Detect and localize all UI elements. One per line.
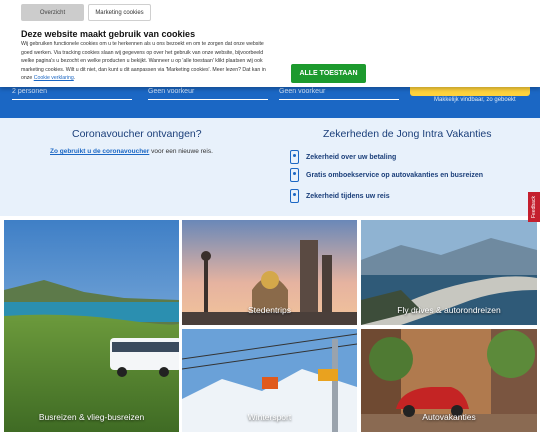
surety-item: Gratis omboekservice op autovakanties en… bbox=[290, 168, 483, 182]
voucher-link[interactable]: Zo gebruikt u de coronavoucher bbox=[50, 148, 149, 155]
accept-all-button[interactable]: ALLE TOESTAAN bbox=[291, 64, 366, 83]
tile-car-holidays[interactable]: Autovakanties bbox=[361, 329, 537, 432]
feedback-tab[interactable]: Feedback bbox=[528, 192, 540, 222]
payment-icon bbox=[290, 150, 299, 164]
rebooking-icon bbox=[290, 168, 299, 182]
info-section: Coronavoucher ontvangen? Zo gebruikt u d… bbox=[0, 118, 540, 216]
tile-bus-trips[interactable]: Busreizen & vlieg-busreizen bbox=[4, 220, 179, 432]
tile-city-trips[interactable]: Stedentrips bbox=[182, 220, 357, 325]
voucher-title: Coronavoucher ontvangen? bbox=[72, 128, 202, 140]
cookie-banner: Overzicht Marketing cookies Deze website… bbox=[0, 0, 540, 87]
surety-label: Zekerheid tijdens uw reis bbox=[306, 192, 390, 200]
travelers-field[interactable]: 2 personen bbox=[12, 86, 132, 100]
voucher-rest: voor een nieuwe reis. bbox=[151, 148, 213, 155]
tile-label: Fly drives & autorondreizen bbox=[397, 305, 501, 315]
surety-item: Zekerheid tijdens uw reis bbox=[290, 189, 390, 203]
surety-item: Zekerheid over uw betaling bbox=[290, 150, 396, 164]
destination-field[interactable]: Geen voorkeur bbox=[148, 86, 268, 100]
tile-label: Stedentrips bbox=[248, 305, 291, 315]
hero-note: Makkelijk vindbaar, zo geboekt bbox=[434, 97, 516, 103]
tile-fly-drives[interactable]: Fly drives & autorondreizen bbox=[361, 220, 537, 325]
assistance-icon bbox=[290, 189, 299, 203]
voucher-line: Zo gebruikt u de coronavoucher voor een … bbox=[50, 148, 213, 155]
date-field[interactable]: Geen voorkeur bbox=[279, 86, 399, 100]
cookie-policy-link[interactable]: Cookie verklaring bbox=[34, 75, 74, 81]
bus-landscape-image bbox=[4, 220, 179, 432]
sureties-title: Zekerheden de Jong Intra Vakanties bbox=[323, 128, 492, 140]
tile-label: Wintersport bbox=[247, 412, 292, 422]
tile-label: Autovakanties bbox=[422, 412, 476, 422]
tile-winter-sports[interactable]: Wintersport bbox=[182, 329, 357, 432]
cookie-title: Deze website maakt gebruik van cookies bbox=[21, 29, 196, 39]
tile-label: Busreizen & vlieg-busreizen bbox=[38, 412, 145, 422]
surety-label: Gratis omboekservice op autovakanties en… bbox=[306, 171, 484, 179]
tab-overview[interactable]: Overzicht bbox=[21, 4, 84, 21]
surety-label: Zekerheid over uw betaling bbox=[306, 153, 397, 161]
cookie-text: Wij gebruiken functionele cookies om u t… bbox=[21, 41, 266, 82]
tab-marketing-cookies[interactable]: Marketing cookies bbox=[88, 4, 151, 21]
